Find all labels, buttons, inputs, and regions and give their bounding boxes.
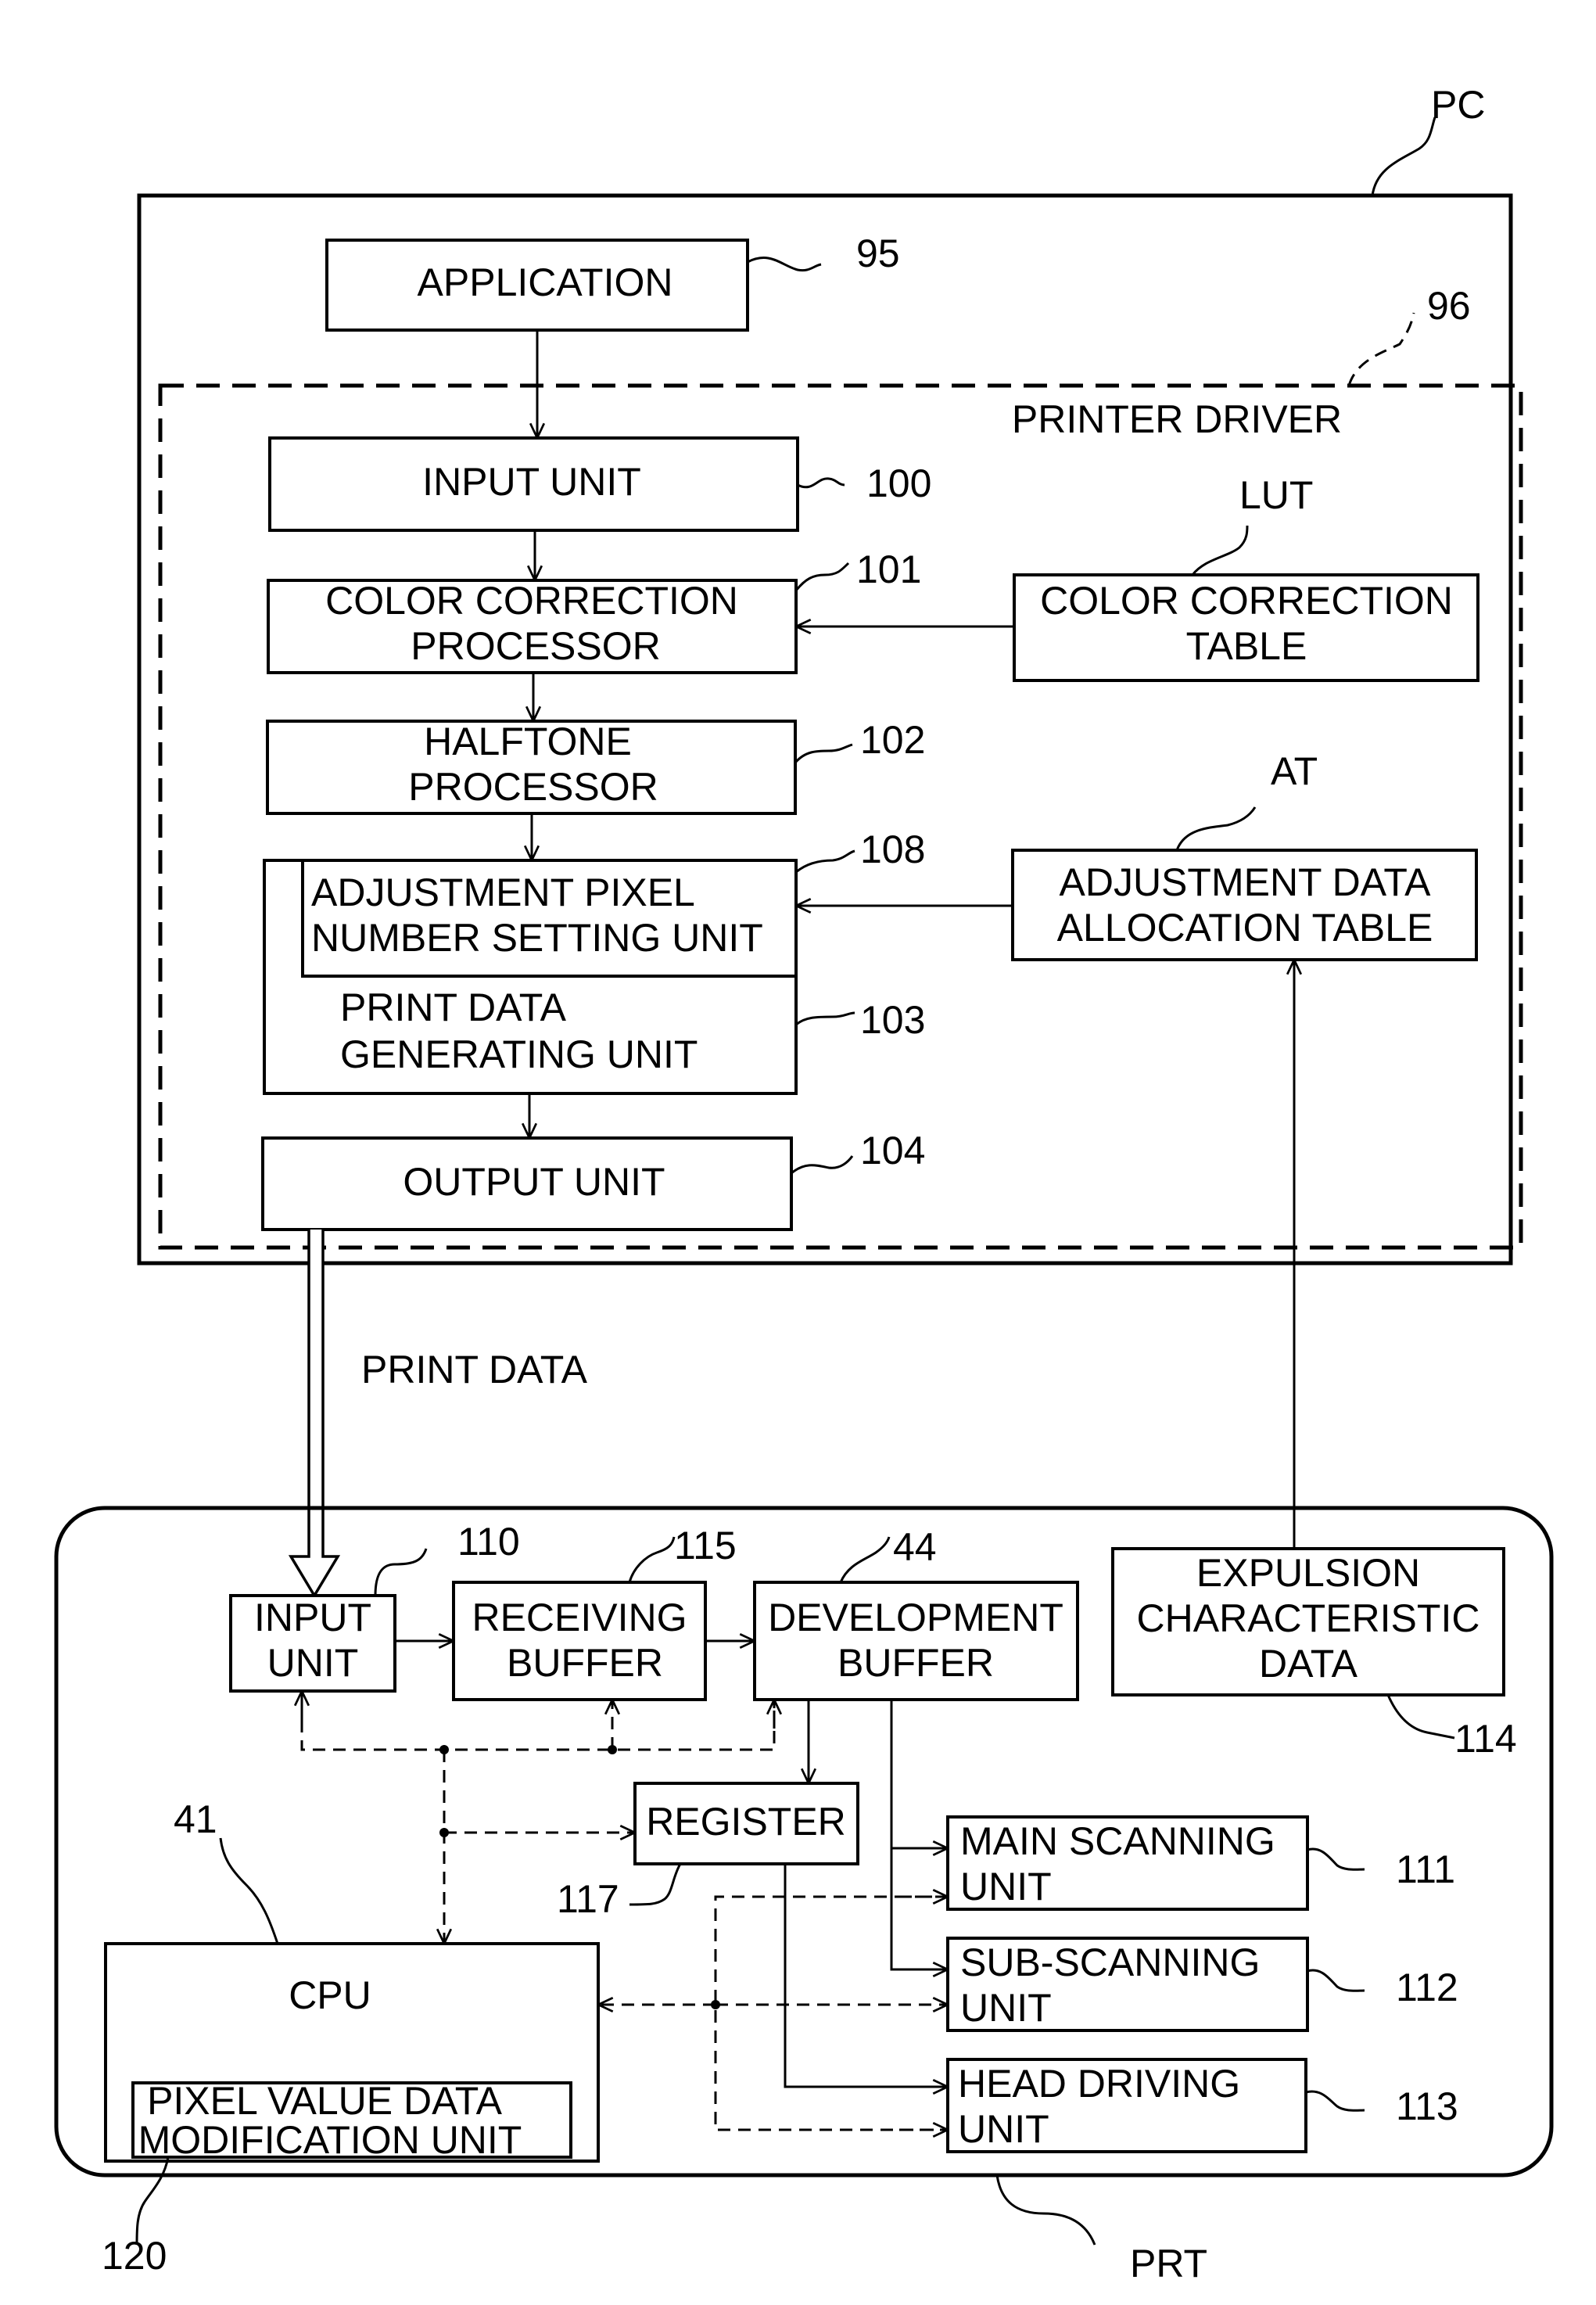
adjustment-pixel-number-setting-unit-block: ADJUSTMENT PIXEL NUMBER SETTING UNIT [301, 859, 798, 978]
head-driving-unit-block: HEAD DRIVING UNIT [946, 2058, 1307, 2153]
printer-driver-leader [1347, 312, 1415, 386]
ref-114: 114 [1454, 1717, 1517, 1761]
svg-text:PROCESSOR: PROCESSOR [411, 624, 661, 668]
svg-text:OUTPUT UNIT: OUTPUT UNIT [403, 1160, 665, 1204]
pixel-value-data-modification-unit-block: PIXEL VALUE DATA MODIFICATION UNIT [131, 2079, 572, 2162]
junction-dot [711, 2000, 720, 2009]
svg-text:PRINT DATA: PRINT DATA [340, 986, 567, 1029]
svg-text:INPUT: INPUT [254, 1596, 371, 1639]
svg-text:UNIT: UNIT [958, 2107, 1049, 2151]
printer-driver-label: PRINTER DRIVER [1012, 397, 1342, 441]
svg-text:RECEIVING: RECEIVING [472, 1596, 687, 1639]
svg-text:BUFFER: BUFFER [507, 1641, 663, 1685]
ref-lut: LUT [1239, 473, 1313, 517]
svg-text:NUMBER SETTING UNIT: NUMBER SETTING UNIT [311, 916, 763, 960]
block-diagram: PC 96 PRINTER DRIVER APPLICATION 95 INPU… [54, 83, 1554, 2285]
color-correction-processor-block: COLOR CORRECTION PROCESSOR [267, 579, 798, 674]
prt-leader [995, 2174, 1096, 2246]
svg-text:GENERATING UNIT: GENERATING UNIT [340, 1032, 698, 1076]
pc-input-unit-block: INPUT UNIT [268, 436, 799, 532]
svg-text:COLOR CORRECTION: COLOR CORRECTION [325, 579, 738, 623]
print-data-arrow [288, 1230, 341, 1599]
svg-text:EXPULSION: EXPULSION [1196, 1551, 1420, 1595]
ref-117: 117 [557, 1877, 619, 1921]
ref-41: 41 [174, 1797, 217, 1841]
receiving-buffer-block: RECEIVING BUFFER [452, 1581, 707, 1701]
pc-label: PC [1431, 83, 1485, 127]
ref-110: 110 [457, 1520, 520, 1564]
svg-text:COLOR CORRECTION: COLOR CORRECTION [1040, 579, 1453, 623]
svg-text:MAIN SCANNING: MAIN SCANNING [960, 1819, 1275, 1863]
sub-scanning-unit-block: SUB-SCANNING UNIT [946, 1937, 1309, 2032]
svg-text:HALFTONE: HALFTONE [424, 720, 632, 763]
junction-dot [608, 1745, 617, 1754]
svg-text:REGISTER: REGISTER [646, 1800, 846, 1844]
junction-dot [439, 1828, 449, 1837]
ref-95: 95 [856, 232, 900, 275]
ref-108: 108 [860, 828, 925, 871]
expulsion-characteristic-data-block: EXPULSION CHARACTERISTIC DATA [1111, 1547, 1505, 1696]
junction-dot [439, 1745, 449, 1754]
svg-text:ADJUSTMENT DATA: ADJUSTMENT DATA [1059, 860, 1431, 904]
pc-leader [1371, 117, 1436, 196]
svg-text:DATA: DATA [1259, 1642, 1358, 1686]
main-scanning-unit-block: MAIN SCANNING UNIT [946, 1815, 1309, 1911]
adjustment-data-allocation-table-block: ADJUSTMENT DATA ALLOCATION TABLE [1011, 849, 1478, 961]
svg-text:CHARACTERISTIC: CHARACTERISTIC [1137, 1596, 1480, 1640]
line-development-to-scanning [890, 1700, 948, 1971]
svg-text:UNIT: UNIT [960, 1865, 1052, 1908]
svg-text:SUB-SCANNING: SUB-SCANNING [960, 1941, 1260, 1984]
development-buffer-block: DEVELOPMENT BUFFER [753, 1581, 1079, 1701]
svg-text:ADJUSTMENT PIXEL: ADJUSTMENT PIXEL [311, 871, 695, 914]
ref-120: 120 [102, 2234, 167, 2278]
application-block: APPLICATION [325, 239, 749, 332]
svg-text:DEVELOPMENT: DEVELOPMENT [768, 1596, 1063, 1639]
svg-text:MODIFICATION UNIT: MODIFICATION UNIT [138, 2118, 522, 2162]
svg-text:INPUT UNIT: INPUT UNIT [422, 460, 641, 504]
ref-115: 115 [674, 1524, 737, 1567]
ref-100: 100 [866, 461, 931, 505]
svg-text:ALLOCATION TABLE: ALLOCATION TABLE [1057, 906, 1433, 950]
svg-text:APPLICATION: APPLICATION [418, 260, 673, 304]
printer-driver-ref: 96 [1427, 284, 1471, 328]
svg-text:UNIT: UNIT [960, 1986, 1052, 2030]
ref-101: 101 [856, 548, 921, 591]
svg-text:HEAD DRIVING: HEAD DRIVING [958, 2062, 1240, 2106]
register-block: REGISTER [633, 1782, 859, 1865]
ref-at: AT [1271, 749, 1318, 793]
svg-text:CPU: CPU [289, 1973, 371, 2017]
dashed-bus-top [300, 1700, 776, 1751]
ref-102: 102 [860, 718, 925, 762]
ref-111: 111 [1396, 1847, 1455, 1891]
output-unit-block: OUTPUT UNIT [261, 1136, 793, 1231]
ref-44: 44 [893, 1525, 937, 1569]
svg-text:BUFFER: BUFFER [837, 1641, 994, 1685]
ref-104: 104 [860, 1129, 925, 1172]
halftone-processor-block: HALFTONE PROCESSOR [266, 720, 797, 815]
printer-input-unit-block: INPUT UNIT [229, 1594, 396, 1693]
svg-text:PROCESSOR: PROCESSOR [408, 765, 658, 809]
color-correction-table-block: COLOR CORRECTION TABLE [1013, 573, 1479, 682]
svg-text:PIXEL VALUE DATA: PIXEL VALUE DATA [147, 2079, 503, 2123]
print-data-label: PRINT DATA [361, 1348, 588, 1391]
prt-label: PRT [1130, 2242, 1207, 2285]
dashed-bus-right [714, 1895, 948, 2131]
svg-text:TABLE: TABLE [1186, 624, 1307, 668]
svg-text:UNIT: UNIT [267, 1641, 359, 1685]
ref-112: 112 [1396, 1966, 1458, 2009]
ref-103: 103 [860, 998, 925, 1042]
ref-113: 113 [1396, 2084, 1458, 2128]
